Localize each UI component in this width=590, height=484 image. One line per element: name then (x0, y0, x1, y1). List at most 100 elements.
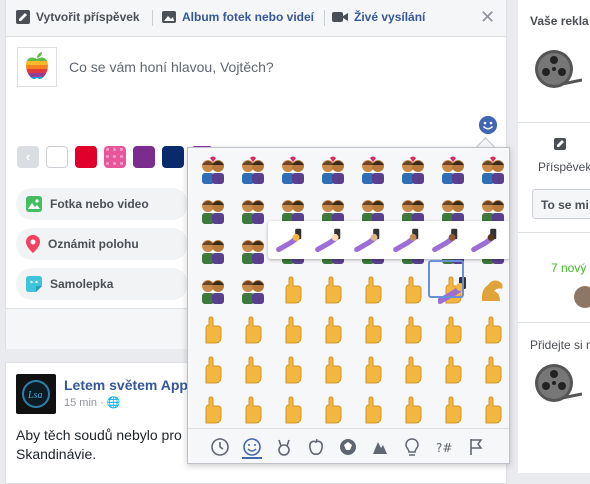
option-location[interactable]: Oznámit polohu (16, 228, 188, 260)
tab-live[interactable]: Živé vysílání (332, 10, 425, 24)
background-swatch[interactable] (104, 146, 126, 168)
recent-icon[interactable] (210, 437, 230, 457)
hand-emoji-icon[interactable] (433, 350, 473, 390)
couple-emoji-icon[interactable] (473, 150, 509, 190)
hand-emoji-icon[interactable] (193, 310, 233, 350)
selfie-tone-emoji-icon[interactable] (315, 227, 343, 253)
travel-icon[interactable] (370, 437, 390, 457)
hand-emoji-icon[interactable] (393, 270, 433, 310)
photo-icon (26, 196, 42, 212)
post-time[interactable]: 15 min · 🌐 (64, 396, 121, 409)
activity-icon[interactable] (338, 437, 358, 457)
couple-emoji-icon[interactable] (433, 150, 473, 190)
emoji-picker: ?# (187, 147, 510, 464)
close-icon[interactable]: ✕ (480, 8, 495, 26)
hand-emoji-icon[interactable] (353, 390, 393, 430)
hand-emoji-icon[interactable] (273, 310, 313, 350)
chevron-left-icon[interactable]: ‹ (17, 146, 39, 168)
hand-emoji-icon[interactable] (393, 310, 433, 350)
hand-emoji-icon[interactable] (313, 390, 353, 430)
background-swatch[interactable] (133, 146, 155, 168)
couple-emoji-icon[interactable] (233, 150, 273, 190)
couple-emoji-icon[interactable] (393, 150, 433, 190)
post-text: Skandinávie. (16, 446, 97, 462)
hand-emoji-icon[interactable] (273, 350, 313, 390)
hand-emoji-icon[interactable] (233, 390, 273, 430)
photo-album-icon (162, 11, 176, 23)
family-emoji-icon[interactable] (233, 190, 273, 230)
hand-emoji-icon[interactable] (353, 350, 393, 390)
hand-emoji-icon[interactable] (433, 310, 473, 350)
flags-icon[interactable] (466, 437, 486, 457)
divider (518, 122, 590, 123)
sticker-icon (26, 276, 42, 292)
hand-emoji-icon[interactable] (313, 270, 353, 310)
hand-emoji-icon[interactable] (233, 350, 273, 390)
hand-emoji-icon[interactable] (473, 310, 509, 350)
animal-icon[interactable] (274, 437, 294, 457)
couple-emoji-icon[interactable] (353, 150, 393, 190)
hand-emoji-icon[interactable] (313, 310, 353, 350)
selfie-tone-emoji-icon[interactable] (393, 227, 421, 253)
skin-tone-bar (268, 221, 509, 259)
new-count[interactable]: 7 nový (551, 261, 586, 275)
option-photo-video[interactable]: Fotka nebo video (16, 188, 188, 220)
location-pin-icon (26, 235, 40, 253)
hand-emoji-icon[interactable] (353, 310, 393, 350)
divider (518, 322, 590, 323)
food-icon[interactable] (306, 437, 326, 457)
family-emoji-icon[interactable] (233, 270, 273, 310)
hand-emoji-icon[interactable] (353, 270, 393, 310)
status-input[interactable]: Co se vám honí hlavou, Vojtěch? (69, 59, 274, 75)
background-swatch[interactable] (75, 146, 97, 168)
selfie-tone-emoji-icon[interactable] (432, 227, 460, 253)
background-swatch[interactable] (46, 146, 68, 168)
hand-emoji-icon[interactable] (393, 390, 433, 430)
film-reel-icon[interactable] (532, 358, 582, 408)
svg-text:?#: ?# (436, 441, 452, 455)
selfie-tone-emoji-icon[interactable] (276, 227, 304, 253)
option-sticker[interactable]: Samolepka (16, 268, 188, 300)
hand-emoji-icon[interactable] (233, 310, 273, 350)
page-logo[interactable]: Lsa (16, 374, 56, 414)
tab-album[interactable]: Album fotek nebo videí (162, 10, 314, 24)
hand-emoji-icon[interactable] (313, 350, 353, 390)
emoji-category-bar: ?# (188, 428, 509, 463)
globe-icon: 🌐 (106, 397, 121, 409)
hand-emoji-icon[interactable] (393, 350, 433, 390)
background-swatch[interactable] (162, 146, 184, 168)
symbols-icon[interactable]: ?# (434, 437, 454, 457)
tab-divider (152, 10, 153, 26)
hand-emoji-icon[interactable] (273, 270, 313, 310)
couple-emoji-icon[interactable] (313, 150, 353, 190)
family-emoji-icon[interactable] (193, 270, 233, 310)
selfie-tone-emoji-icon[interactable] (354, 227, 382, 253)
hand-emoji-icon[interactable] (473, 390, 509, 430)
couple-emoji-icon[interactable] (273, 150, 313, 190)
selected-emoji-highlight (428, 260, 464, 298)
ads-header: Vaše rekla (530, 14, 589, 28)
family-emoji-icon[interactable] (233, 230, 273, 270)
hand-emoji-icon[interactable] (433, 390, 473, 430)
background-swatches: ‹ (17, 146, 213, 168)
svg-text:Lsa: Lsa (27, 390, 42, 401)
hand-emoji-icon[interactable] (273, 390, 313, 430)
like-page-button[interactable]: To se mi (532, 189, 590, 219)
post-label: Příspěvek (538, 160, 590, 174)
objects-icon[interactable] (402, 437, 422, 457)
film-reel-icon[interactable] (532, 44, 582, 94)
smiley-icon[interactable] (242, 437, 262, 459)
page-name[interactable]: Letem světem App (64, 377, 188, 393)
avatar[interactable] (574, 286, 590, 308)
selfie-tone-emoji-icon[interactable] (471, 227, 499, 253)
tab-create-post[interactable]: Vytvořit příspěvek (16, 10, 140, 24)
family-emoji-icon[interactable] (193, 230, 233, 270)
muscle-emoji-icon[interactable] (473, 270, 509, 310)
avatar[interactable] (17, 47, 57, 87)
hand-emoji-icon[interactable] (193, 350, 233, 390)
hand-emoji-icon[interactable] (193, 390, 233, 430)
emoji-button-icon[interactable] (479, 116, 497, 134)
couple-emoji-icon[interactable] (193, 150, 233, 190)
hand-emoji-icon[interactable] (473, 350, 509, 390)
family-emoji-icon[interactable] (193, 190, 233, 230)
